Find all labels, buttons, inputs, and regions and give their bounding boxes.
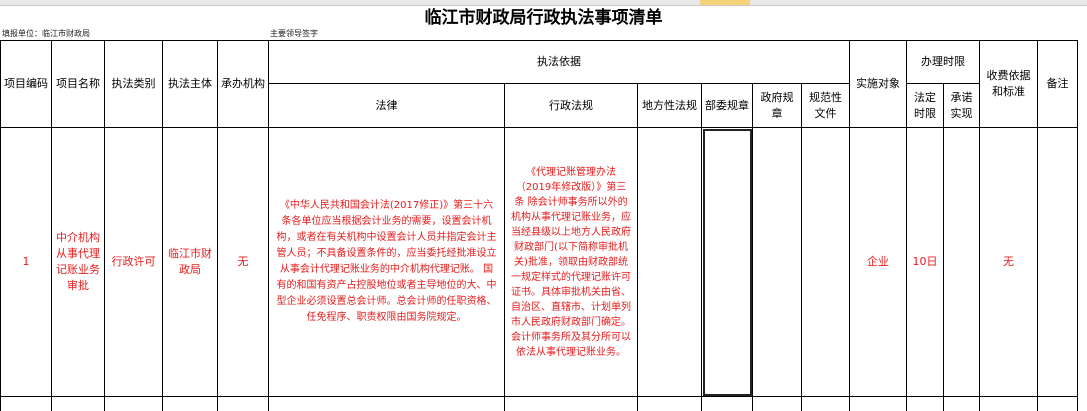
- header-dept-rule[interactable]: 部委规章: [702, 84, 753, 128]
- header-undertaking-org[interactable]: 承办机构: [218, 40, 269, 128]
- header-admin-regulation[interactable]: 行政法规: [505, 84, 638, 128]
- cell-undertaking-org[interactable]: 无: [218, 128, 269, 397]
- grid-line: [0, 397, 1, 411]
- grid-line: [906, 397, 907, 411]
- header-target[interactable]: 实施对象: [850, 40, 907, 128]
- cell-enforcement-type[interactable]: 行政许可: [105, 128, 163, 397]
- header-gov-rule[interactable]: 政府规章: [753, 84, 802, 128]
- cell-admin-regulation[interactable]: 《代理记账管理办法（2019年修改版）》第三条 除会计师事务所以外的机构从事代理…: [505, 128, 638, 397]
- header-promised-limit[interactable]: 承诺实现: [944, 84, 980, 128]
- header-item-code[interactable]: 项目编码: [0, 40, 52, 128]
- header-enforcement-type[interactable]: 执法类别: [105, 40, 163, 128]
- cell-gov-rule[interactable]: [753, 128, 802, 397]
- cell-promised-limit[interactable]: [944, 128, 980, 397]
- grid-line: [801, 397, 802, 411]
- cell-remarks[interactable]: [1038, 128, 1078, 397]
- grid-line: [162, 397, 163, 411]
- header-basis[interactable]: 执法依据: [269, 40, 850, 84]
- grid-line: [752, 397, 753, 411]
- cell-dept-rule-selected[interactable]: [702, 128, 753, 397]
- header-remarks[interactable]: 备注: [1038, 40, 1078, 128]
- grid-line: [217, 397, 218, 411]
- header-law[interactable]: 法律: [269, 84, 505, 128]
- header-normative-doc[interactable]: 规范性文件: [802, 84, 850, 128]
- header-statutory-limit[interactable]: 法定时限: [907, 84, 944, 128]
- grid-line: [1037, 397, 1038, 411]
- cell-local-regulation[interactable]: [638, 128, 702, 397]
- spreadsheet-grid: 项目编码 项目名称 执法类别 执法主体 承办机构 执法依据 实施对象 办理时限 …: [0, 40, 1087, 411]
- header-local-regulation[interactable]: 地方性法规: [638, 84, 702, 128]
- grid-line: [637, 397, 638, 411]
- selected-column-indicator: [700, 0, 750, 5]
- grid-line: [979, 397, 980, 411]
- cell-normative-doc[interactable]: [802, 128, 850, 397]
- leader-sign-label[interactable]: 主要领导签字: [270, 29, 318, 39]
- header-time-limit[interactable]: 办理时限: [907, 40, 980, 84]
- header-fee-basis[interactable]: 收费依据和标准: [980, 40, 1038, 128]
- fill-unit-label[interactable]: 填报单位：临江市财政局: [2, 29, 90, 39]
- grid-line: [504, 397, 505, 411]
- grid-line: [268, 397, 269, 411]
- cell-item-code[interactable]: 1: [0, 128, 52, 397]
- grid-line: [701, 397, 702, 411]
- cell-item-name[interactable]: 中介机构从事代理记账业务审批: [52, 128, 105, 397]
- header-enforcement-subject[interactable]: 执法主体: [163, 40, 218, 128]
- header-item-name[interactable]: 项目名称: [52, 40, 105, 128]
- grid-line: [1077, 397, 1078, 411]
- sheet-title[interactable]: 临江市财政局行政执法事项清单: [0, 6, 1087, 30]
- grid-line: [849, 397, 850, 411]
- grid-line: [104, 397, 105, 411]
- cell-enforcement-subject[interactable]: 临江市财政局: [163, 128, 218, 397]
- cell-statutory-limit[interactable]: 10日: [907, 128, 944, 397]
- cell-target[interactable]: 企业: [850, 128, 907, 397]
- grid-line: [943, 397, 944, 411]
- grid-line: [51, 397, 52, 411]
- cell-fee-basis[interactable]: 无: [980, 128, 1038, 397]
- cell-law[interactable]: 《中华人民共和国会计法(2017修正)》第三十六条各单位应当根据会计业务的需要，…: [269, 128, 505, 397]
